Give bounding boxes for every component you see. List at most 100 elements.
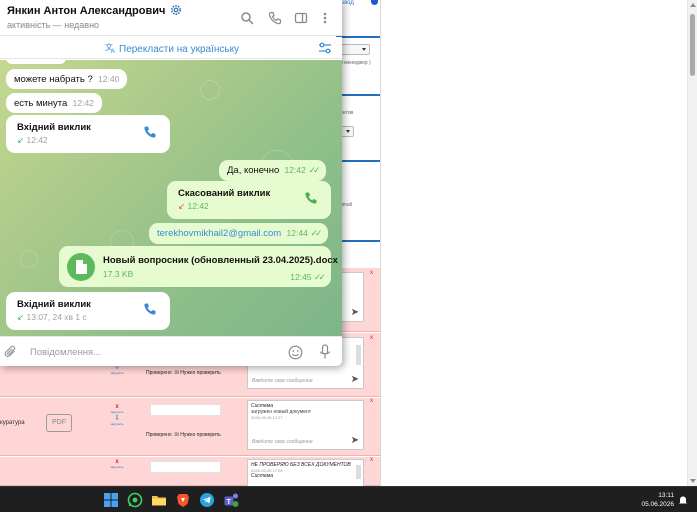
call-meta: ↙ 12:42 — [17, 135, 48, 146]
message-text: Да, конечно — [227, 165, 280, 176]
message-composer: Повідомлення... — [0, 336, 342, 366]
message-bubble-partial[interactable] — [6, 60, 66, 64]
incoming-arrow-icon: ↙ — [17, 135, 25, 145]
send-icon[interactable]: ➤ — [351, 435, 359, 446]
message-bubble-incoming[interactable]: есть минута 12:42 — [6, 93, 102, 113]
attach-icon[interactable] — [4, 345, 18, 359]
emoji-icon[interactable] — [288, 345, 303, 360]
teams-icon[interactable]: T — [223, 492, 239, 508]
pdf-file-icon[interactable]: PDF — [46, 414, 72, 432]
row-close-icon[interactable]: x — [370, 398, 373, 404]
message-time: 12:45 — [290, 272, 312, 282]
contact-name-row[interactable]: Янкин Антон Александрович — [7, 4, 182, 17]
call-time: 13:07, 24 хв 1 с — [26, 312, 87, 322]
status-field[interactable] — [150, 461, 221, 473]
message-time: 12:44 — [286, 228, 308, 238]
windows-start-icon[interactable] — [103, 492, 119, 508]
phone-icon[interactable] — [143, 302, 157, 316]
chat-header[interactable]: Янкин Антон Александрович активність — н… — [0, 0, 342, 36]
wallpaper-pattern — [200, 80, 220, 100]
document-icon[interactable] — [67, 253, 95, 281]
translate-label[interactable]: Перекласти на українську — [119, 44, 239, 55]
translate-settings-icon[interactable] — [318, 41, 332, 55]
needs-check-box[interactable]: ☒ — [174, 370, 178, 376]
search-icon[interactable] — [240, 11, 254, 25]
table-row: куратура PDF x загрузить ⇩ загрузить Про… — [0, 398, 380, 456]
phone-call-icon[interactable] — [268, 11, 282, 25]
file-bubble-outgoing[interactable]: Новый вопросник (обновленный 23.04.2025)… — [59, 246, 338, 287]
clients-dropdown[interactable] — [340, 126, 354, 137]
svg-text:T: T — [227, 499, 232, 506]
row-chat-box: НЕ ПРОВЕРЯЮ БЕЗ ВСЕХ ДОКУМЕНТОВ 2026-06-… — [247, 459, 364, 486]
row-actions: x загрузить ⇩ загрузить — [108, 404, 126, 426]
send-icon[interactable]: ➤ — [351, 374, 359, 385]
telegram-icon[interactable] — [199, 492, 215, 508]
needs-check-label: Нужно проверить — [180, 370, 221, 376]
chat-scrollbar[interactable] — [356, 345, 361, 365]
scroll-thumb[interactable] — [690, 14, 695, 76]
contact-name[interactable]: Янкин Антон Александрович — [7, 5, 165, 17]
call-bubble-incoming[interactable]: Вхідний виклик ↙ 13:07, 24 хв 1 с — [6, 292, 170, 330]
call-bubble-outgoing[interactable]: Скасований виклик ↙ 12:42 — [167, 181, 331, 219]
message-email-link[interactable]: terekhovmikhail2@gmail.com — [157, 228, 281, 239]
whatsapp-icon[interactable] — [127, 492, 143, 508]
call-title: Вхідний виклик — [17, 299, 91, 310]
needs-check-box[interactable]: ☒ — [174, 432, 178, 438]
chat-placeholder[interactable]: Введите свое сообщение — [252, 439, 313, 445]
call-meta: ↙ 12:42 — [178, 201, 209, 212]
row-close-icon[interactable]: x — [370, 457, 373, 463]
chat-sender: Система — [251, 473, 273, 479]
brave-icon[interactable] — [175, 492, 191, 508]
message-bubble-outgoing[interactable]: terekhovmikhail2@gmail.com 12:44 ✓✓ — [149, 223, 328, 244]
more-menu-icon[interactable] — [318, 11, 332, 25]
file-name[interactable]: Новый вопросник (обновленный 23.04.2025)… — [103, 255, 338, 266]
sidebar-toggle-icon[interactable] — [294, 11, 308, 25]
message-time: 12:42 — [284, 165, 306, 175]
chat-placeholder[interactable]: Введите свое сообщение — [252, 378, 313, 384]
download-icon[interactable]: ⇩ — [108, 414, 126, 422]
checked-label: Проверено — [146, 432, 172, 438]
windows-taskbar: T 13:11 05.06.2026 — [0, 486, 697, 512]
gear-icon — [171, 5, 182, 15]
notification-bell-icon[interactable] — [678, 495, 688, 505]
scroll-down-icon[interactable] — [690, 479, 696, 483]
read-ticks-icon: ✓✓ — [308, 165, 320, 175]
needs-check-label: Нужно проверить — [180, 432, 221, 438]
call-time: 12:42 — [187, 201, 209, 211]
file-size: 17.3 KB — [103, 269, 134, 279]
row-close-icon[interactable]: x — [370, 270, 373, 276]
top-indicator — [371, 0, 378, 5]
send-icon[interactable]: ➤ — [351, 307, 359, 318]
row-check-labels: Проверено ☒ Нужно проверить — [146, 370, 221, 376]
panel-divider — [380, 0, 381, 486]
message-time: 12:42 — [72, 98, 94, 108]
message-bubble-outgoing[interactable]: Да, конечно 12:42 ✓✓ — [219, 160, 326, 181]
translate-button[interactable]: 文 A Перекласти на українську — [105, 42, 239, 55]
message-bubble-incoming[interactable]: можете набрать ? 12:40 — [6, 69, 128, 89]
microphone-icon[interactable] — [318, 344, 332, 360]
row-close-icon[interactable]: x — [370, 335, 373, 341]
call-title: Вхідний виклик — [17, 122, 91, 133]
clock-date: 05.06.2026 — [641, 501, 674, 508]
system-clock[interactable]: 13:11 05.06.2026 — [640, 491, 674, 509]
action-label: загрузить — [110, 371, 124, 375]
message-area[interactable]: можете набрать ? 12:40 есть минута 12:42… — [0, 60, 342, 336]
bg-card-clients: ентов — [336, 94, 380, 156]
missed-arrow-icon: ↙ — [178, 201, 186, 211]
action-label: загрузить — [110, 465, 124, 469]
phone-icon[interactable] — [143, 125, 157, 139]
read-ticks-icon: ✓✓ — [313, 272, 326, 282]
page-scrollbar[interactable] — [687, 0, 697, 486]
manager-dropdown[interactable] — [340, 44, 370, 55]
row-check-labels: Проверено ☒ Нужно проверить — [146, 432, 221, 438]
file-explorer-icon[interactable] — [151, 492, 167, 508]
phone-icon[interactable] — [304, 191, 318, 205]
call-bubble-incoming[interactable]: Вхідний виклик ↙ 12:42 — [6, 115, 170, 153]
status-field[interactable] — [150, 404, 221, 416]
bg-card-text: й менеджер ) — [340, 60, 371, 66]
chat-scrollbar[interactable] — [356, 465, 361, 479]
scroll-up-icon[interactable] — [690, 3, 696, 7]
message-input[interactable]: Повідомлення... — [30, 347, 101, 358]
chat-date: 2026-06-05 12:37 — [251, 415, 283, 420]
action-label: загрузить — [110, 422, 124, 426]
